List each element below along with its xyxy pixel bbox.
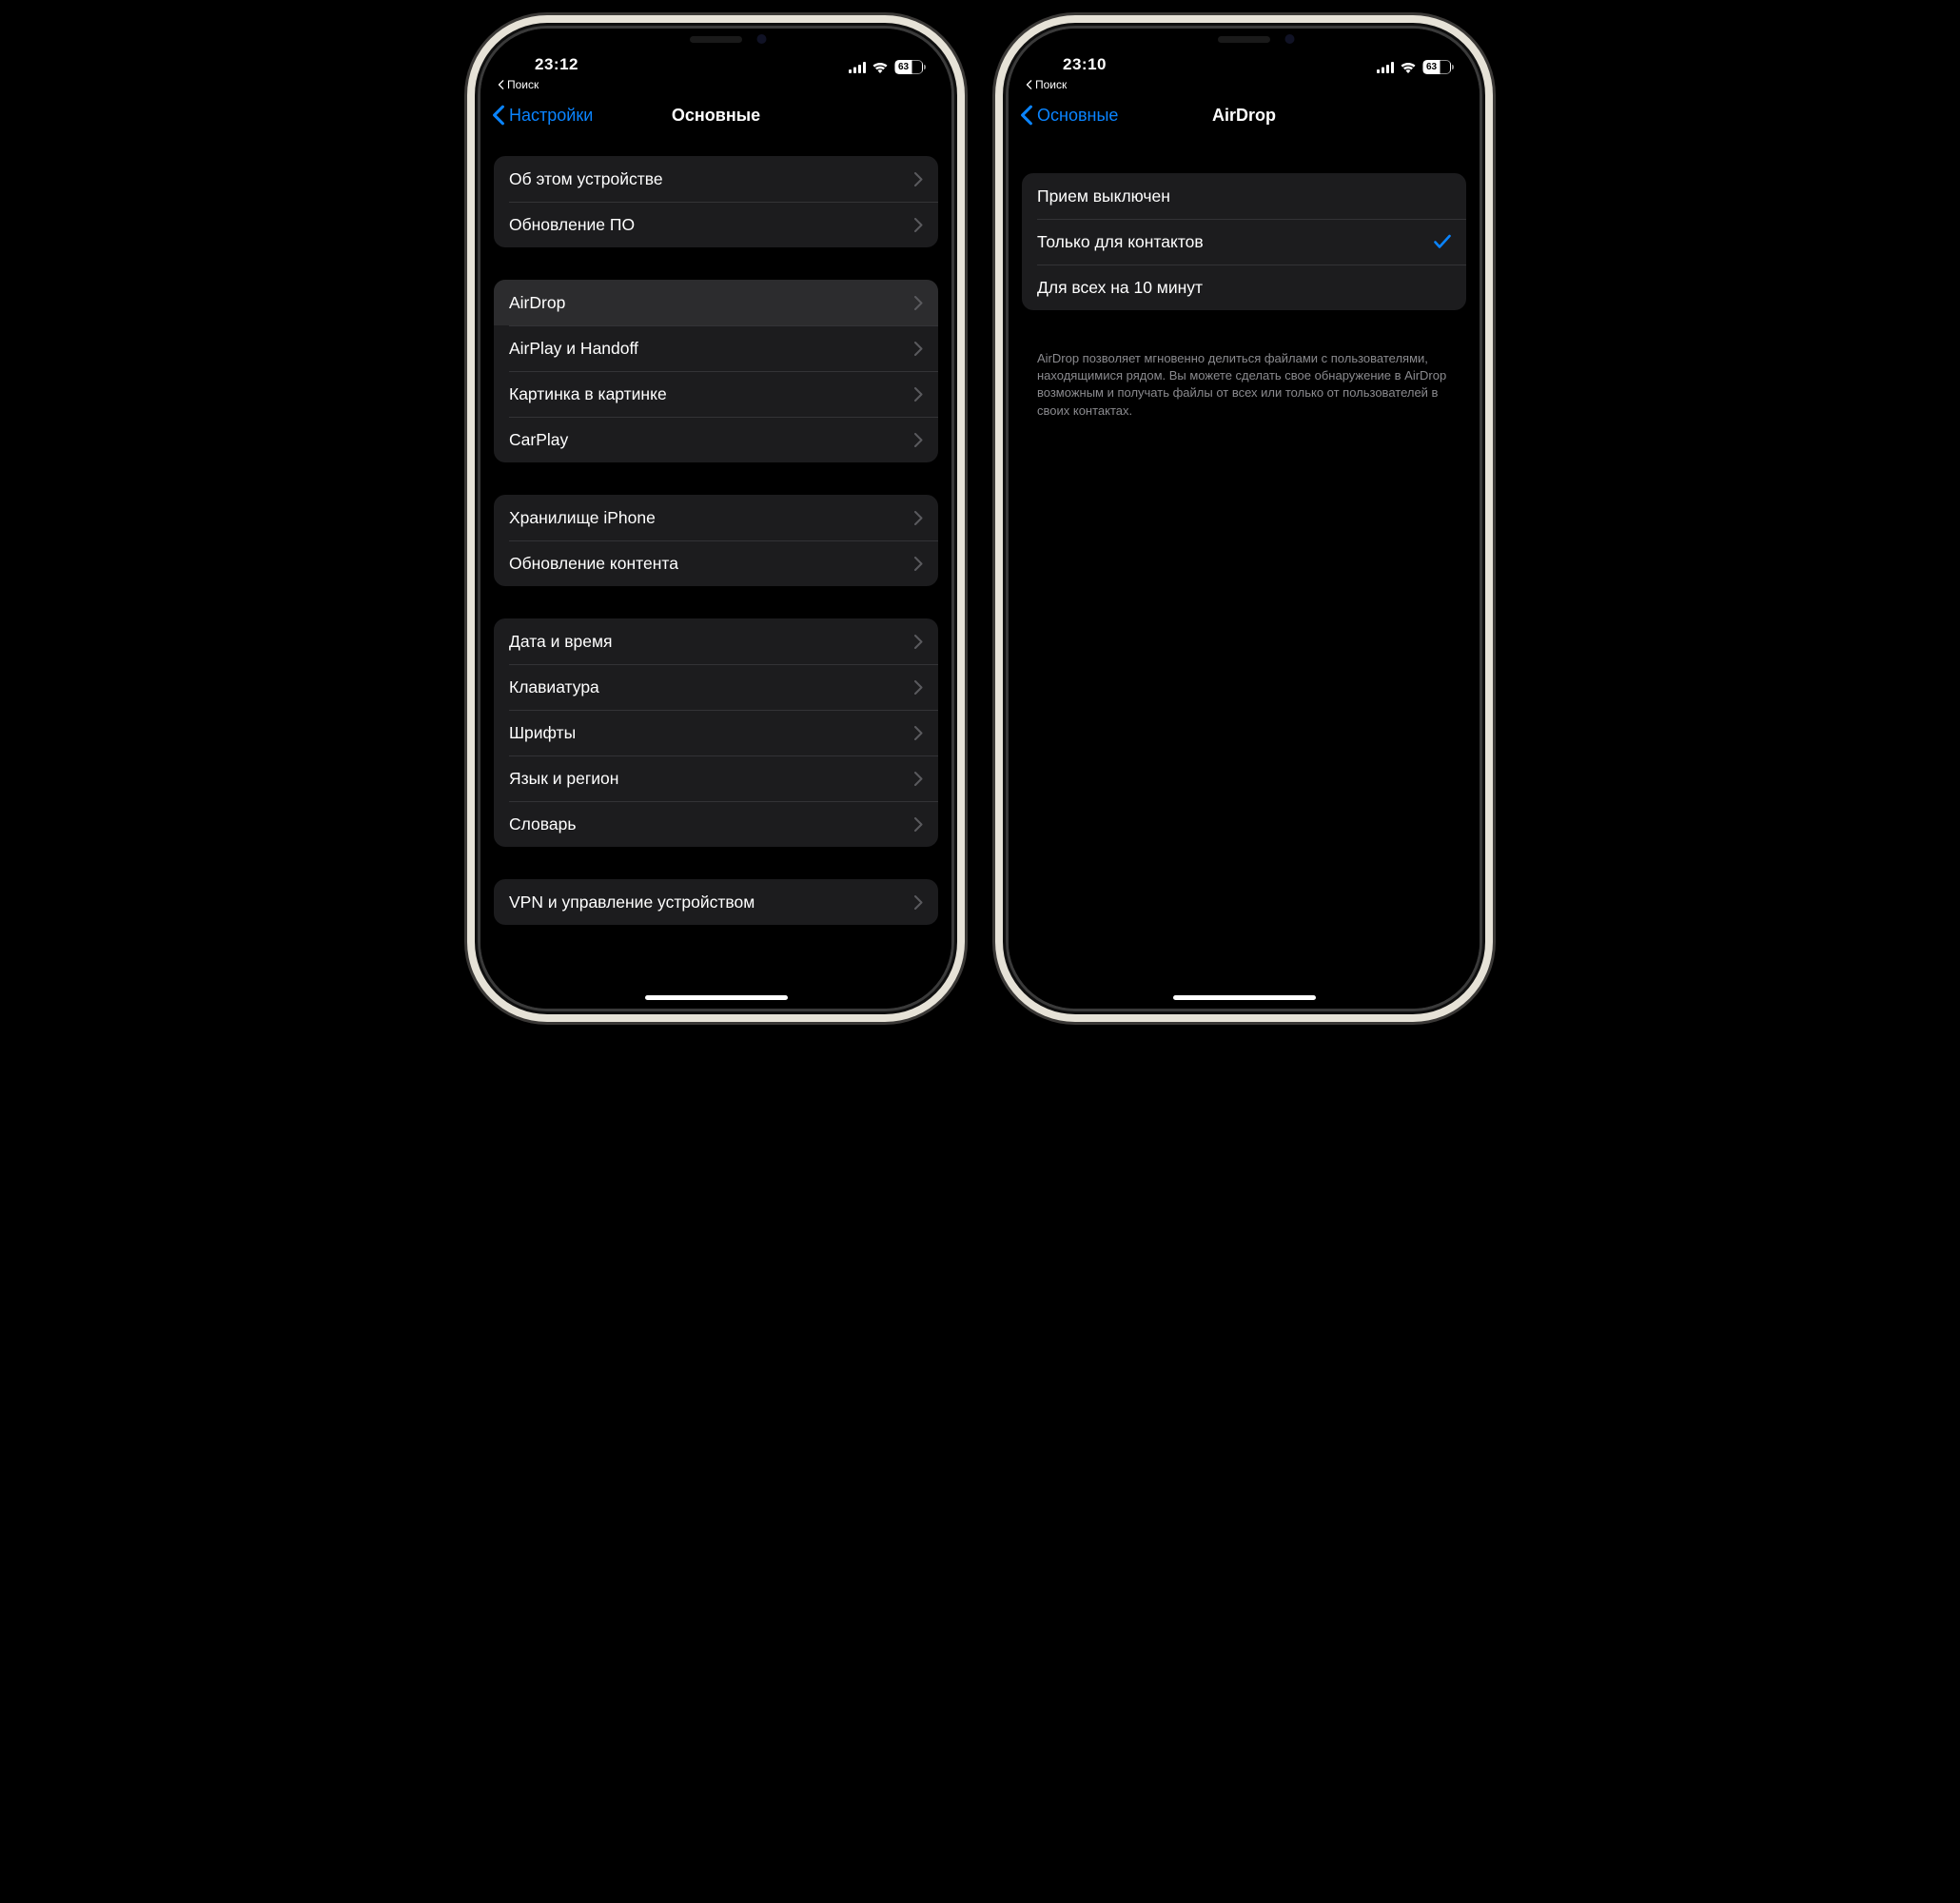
- phone-airdrop-settings: 23:10 63 Поиск Основные AirDrop: [1009, 29, 1480, 1009]
- wifi-icon: [872, 61, 889, 73]
- chevron-right-icon: [914, 680, 923, 695]
- status-time: 23:12: [509, 55, 604, 74]
- row-airdrop[interactable]: AirDrop: [494, 280, 938, 325]
- chevron-right-icon: [914, 387, 923, 402]
- chevron-right-icon: [914, 511, 923, 525]
- row-about-device[interactable]: Об этом устройстве: [494, 156, 938, 202]
- chevron-right-icon: [914, 895, 923, 910]
- screen: 23:12 63 Поиск Настройки Основные: [480, 29, 951, 1009]
- breadcrumb-back-to-search[interactable]: Поиск: [1009, 76, 1480, 91]
- row-label: Картинка в картинке: [509, 384, 667, 404]
- row-software-update[interactable]: Обновление ПО: [494, 202, 938, 247]
- checkmark-icon: [1434, 234, 1451, 249]
- row-dictionary[interactable]: Словарь: [494, 801, 938, 847]
- settings-group-2: Хранилище iPhone Обновление контента: [494, 495, 938, 586]
- settings-group-3: Дата и время Клавиатура Шрифты Язык и ре…: [494, 618, 938, 847]
- nav-back-button[interactable]: Настройки: [492, 105, 593, 126]
- settings-content[interactable]: Об этом устройстве Обновление ПО AirDrop…: [480, 139, 951, 1009]
- row-label: Обновление контента: [509, 554, 678, 574]
- row-label: Словарь: [509, 814, 576, 834]
- notch: [614, 29, 818, 62]
- row-label: CarPlay: [509, 430, 568, 450]
- option-label: Прием выключен: [1037, 186, 1170, 206]
- row-label: AirPlay и Handoff: [509, 339, 638, 359]
- option-contacts-only[interactable]: Только для контактов: [1022, 219, 1466, 265]
- row-label: AirDrop: [509, 293, 565, 313]
- nav-title: AirDrop: [1212, 106, 1276, 126]
- status-time: 23:10: [1037, 55, 1132, 74]
- chevron-right-icon: [914, 557, 923, 571]
- breadcrumb-back-to-search[interactable]: Поиск: [480, 76, 951, 91]
- battery-level: 63: [1426, 62, 1437, 72]
- notch: [1142, 29, 1346, 62]
- chevron-right-icon: [914, 218, 923, 232]
- row-label: Клавиатура: [509, 677, 599, 697]
- row-label: Хранилище iPhone: [509, 508, 656, 528]
- airdrop-description: AirDrop позволяет мгновенно делиться фай…: [1022, 343, 1466, 420]
- chevron-right-icon: [914, 172, 923, 186]
- settings-group-0: Об этом устройстве Обновление ПО: [494, 156, 938, 247]
- chevron-right-icon: [914, 726, 923, 740]
- screen: 23:10 63 Поиск Основные AirDrop: [1009, 29, 1480, 1009]
- row-fonts[interactable]: Шрифты: [494, 710, 938, 755]
- breadcrumb-label: Поиск: [1035, 78, 1067, 91]
- option-label: Для всех на 10 минут: [1037, 278, 1203, 298]
- wifi-icon: [1400, 61, 1417, 73]
- option-label: Только для контактов: [1037, 232, 1204, 252]
- nav-title: Основные: [672, 106, 760, 126]
- chevron-right-icon: [914, 635, 923, 649]
- nav-back-label: Основные: [1037, 106, 1118, 126]
- chevron-right-icon: [914, 817, 923, 832]
- airdrop-content[interactable]: Прием выключен Только для контактов Для …: [1009, 139, 1480, 1009]
- nav-back-button[interactable]: Основные: [1020, 105, 1118, 126]
- status-icons: 63: [828, 60, 923, 74]
- chevron-right-icon: [914, 772, 923, 786]
- settings-group-4: VPN и управление устройством: [494, 879, 938, 925]
- row-date-time[interactable]: Дата и время: [494, 618, 938, 664]
- row-iphone-storage[interactable]: Хранилище iPhone: [494, 495, 938, 540]
- nav-bar: Основные AirDrop: [1009, 91, 1480, 139]
- row-label: Дата и время: [509, 632, 613, 652]
- battery-icon: 63: [894, 60, 923, 74]
- row-carplay[interactable]: CarPlay: [494, 417, 938, 462]
- cellular-signal-icon: [1377, 62, 1394, 73]
- row-label: VPN и управление устройством: [509, 893, 755, 912]
- status-icons: 63: [1356, 60, 1451, 74]
- chevron-right-icon: [914, 296, 923, 310]
- row-keyboard[interactable]: Клавиатура: [494, 664, 938, 710]
- battery-icon: 63: [1422, 60, 1451, 74]
- row-picture-in-picture[interactable]: Картинка в картинке: [494, 371, 938, 417]
- row-airplay-handoff[interactable]: AirPlay и Handoff: [494, 325, 938, 371]
- nav-back-label: Настройки: [509, 106, 593, 126]
- row-label: Шрифты: [509, 723, 576, 743]
- row-label: Об этом устройстве: [509, 169, 663, 189]
- breadcrumb-label: Поиск: [507, 78, 539, 91]
- row-background-refresh[interactable]: Обновление контента: [494, 540, 938, 586]
- phone-general-settings: 23:12 63 Поиск Настройки Основные: [480, 29, 951, 1009]
- option-everyone-10min[interactable]: Для всех на 10 минут: [1022, 265, 1466, 310]
- row-language-region[interactable]: Язык и регион: [494, 755, 938, 801]
- airdrop-options-group: Прием выключен Только для контактов Для …: [1022, 173, 1466, 310]
- chevron-right-icon: [914, 342, 923, 356]
- cellular-signal-icon: [849, 62, 866, 73]
- row-label: Язык и регион: [509, 769, 618, 789]
- option-receiving-off[interactable]: Прием выключен: [1022, 173, 1466, 219]
- nav-bar: Настройки Основные: [480, 91, 951, 139]
- row-label: Обновление ПО: [509, 215, 635, 235]
- home-indicator[interactable]: [645, 995, 788, 1000]
- settings-group-1: AirDrop AirPlay и Handoff Картинка в кар…: [494, 280, 938, 462]
- chevron-right-icon: [914, 433, 923, 447]
- home-indicator[interactable]: [1173, 995, 1316, 1000]
- row-vpn-management[interactable]: VPN и управление устройством: [494, 879, 938, 925]
- battery-level: 63: [898, 62, 909, 72]
